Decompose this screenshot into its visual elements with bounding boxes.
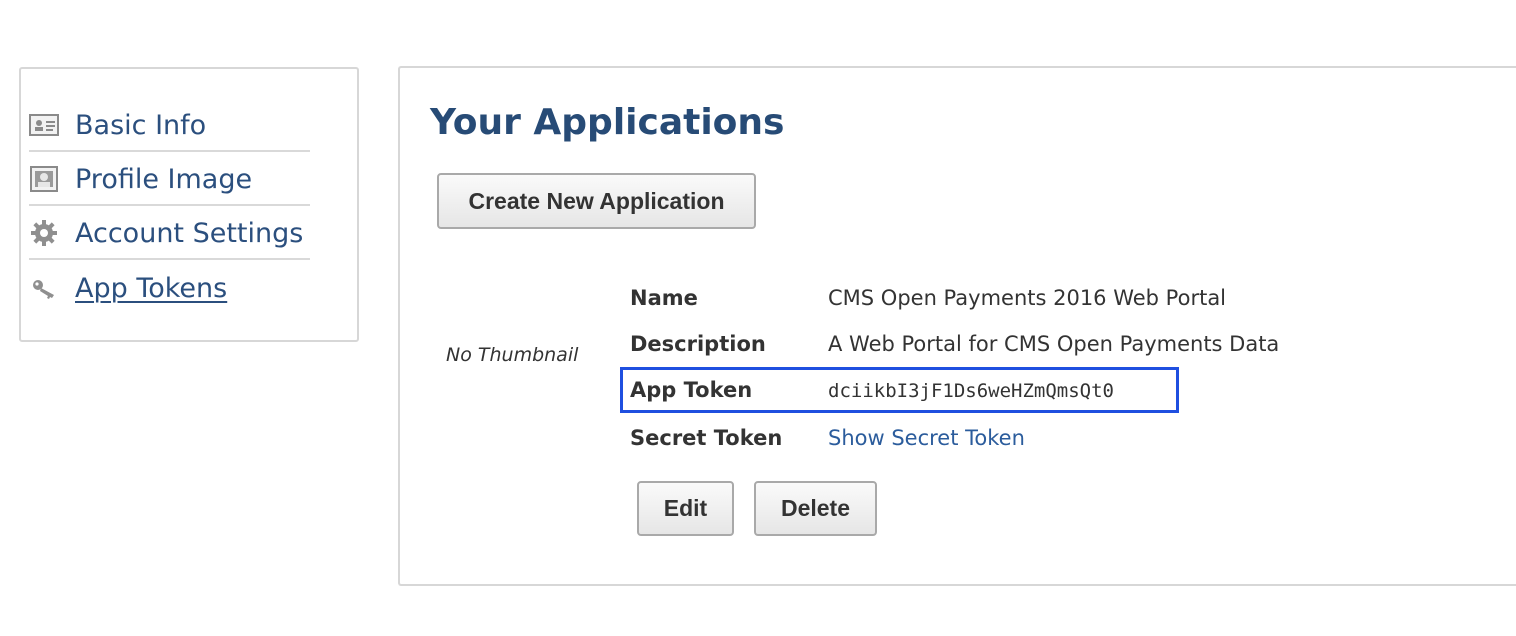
portrait-icon — [29, 164, 59, 194]
sidebar-item-label: Profile Image — [75, 163, 253, 195]
create-new-application-button[interactable]: Create New Application — [437, 173, 756, 229]
delete-button[interactable]: Delete — [754, 481, 877, 536]
sidebar-item-label: Account Settings — [75, 217, 304, 249]
sidebar-item-basic-info[interactable]: Basic Info — [29, 100, 310, 152]
page-title: Your Applications — [430, 102, 785, 143]
secret-token-label: Secret Token — [630, 426, 783, 450]
description-label: Description — [630, 332, 766, 356]
show-secret-token-link[interactable]: Show Secret Token — [828, 426, 1025, 450]
edit-button[interactable]: Edit — [637, 481, 734, 536]
gear-icon — [29, 218, 59, 248]
sidebar-item-app-tokens[interactable]: App Tokens — [29, 262, 310, 314]
app-token-label: App Token — [630, 378, 753, 402]
name-value: CMS Open Payments 2016 Web Portal — [828, 286, 1227, 310]
app-token-value: dciikbI3jF1Ds6weHZmQmsQt0 — [828, 380, 1114, 402]
sidebar-item-account-settings[interactable]: Account Settings — [29, 208, 310, 260]
thumbnail-placeholder: No Thumbnail — [446, 344, 579, 366]
key-icon — [29, 273, 59, 303]
sidebar-item-profile-image[interactable]: Profile Image — [29, 154, 310, 206]
description-value: A Web Portal for CMS Open Payments Data — [828, 332, 1280, 356]
name-label: Name — [630, 286, 698, 310]
sidebar-item-label: App Tokens — [75, 272, 228, 304]
id-card-icon — [29, 110, 59, 140]
sidebar-item-label: Basic Info — [75, 109, 207, 141]
